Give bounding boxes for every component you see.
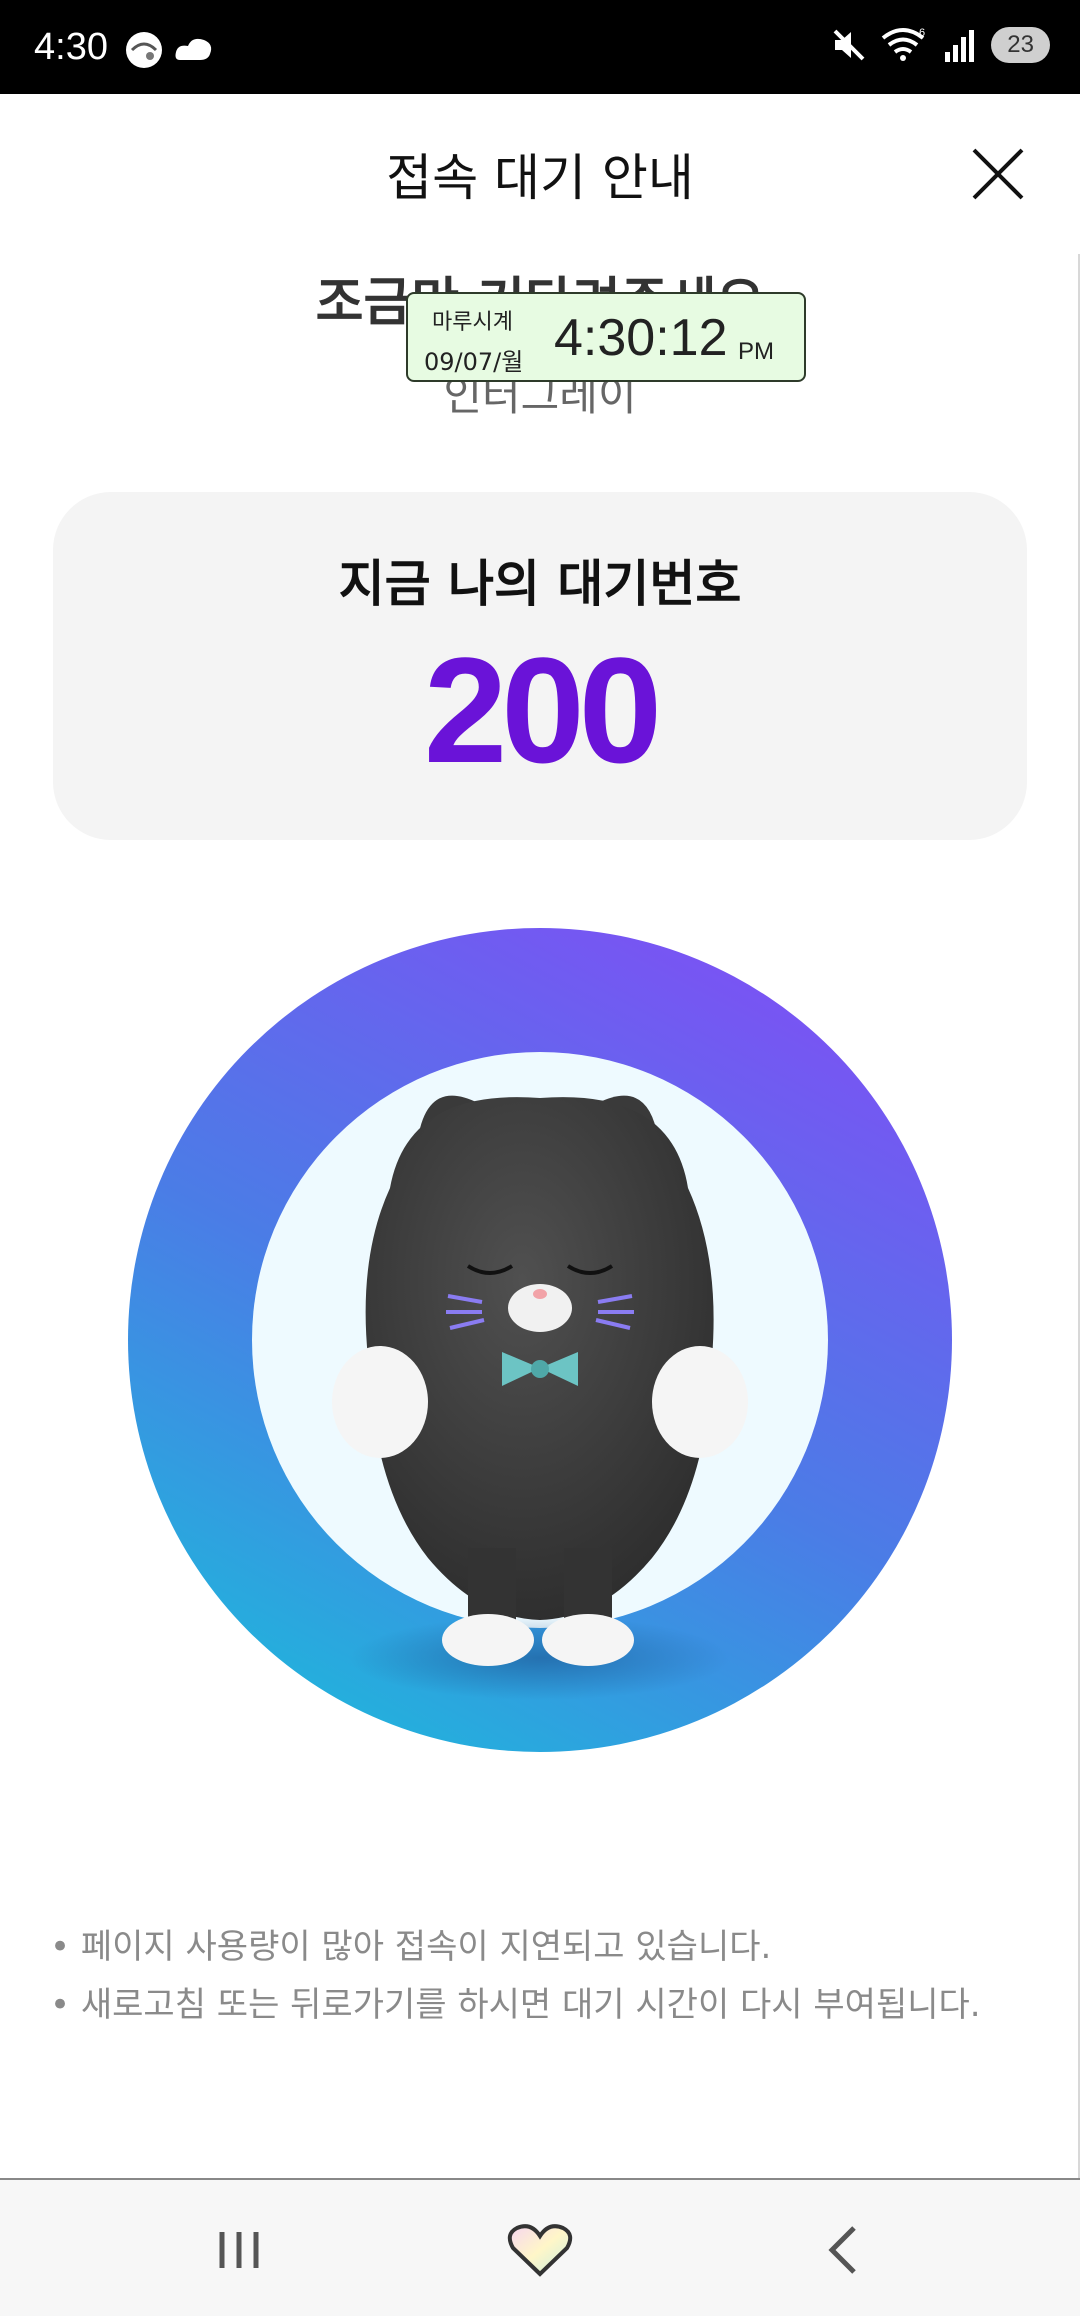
- signal-icon: [945, 30, 975, 62]
- mute-icon: [833, 29, 865, 61]
- clock-ampm: PM: [738, 338, 774, 365]
- queue-label: 지금 나의 대기번호: [338, 555, 742, 613]
- clock-time: 4:30:12: [554, 309, 728, 367]
- recents-icon: [219, 2232, 259, 2268]
- back-icon: [828, 2226, 856, 2274]
- status-time: 4:30: [34, 26, 108, 68]
- system-nav-bar: [0, 2178, 1080, 2316]
- notice-item: • 페이지 사용량이 많아 접속이 지연되고 있습니다.: [50, 1927, 772, 1967]
- close-button[interactable]: [968, 144, 1028, 204]
- page-header: 접속 대기 안내: [0, 94, 1080, 254]
- home-button[interactable]: [505, 2220, 575, 2280]
- notice-item: • 새로고침 또는 뒤로가기를 하시면 대기 시간이 다시 부여됩니다.: [50, 1985, 981, 2025]
- notice-list: • 페이지 사용량이 많아 접속이 지연되고 있습니다. • 새로고침 또는 뒤…: [50, 1918, 1050, 2034]
- svg-text:6: 6: [919, 27, 925, 39]
- status-notification-icons: [124, 30, 216, 70]
- mascot-illustration: [128, 928, 952, 1752]
- page-title: 접속 대기 안내: [386, 149, 694, 207]
- mascot-cat-icon: [128, 928, 952, 1752]
- clock-app-name: 마루시계: [432, 310, 513, 335]
- queue-number: 200: [423, 626, 662, 794]
- status-right-icons: 6 23: [831, 26, 1050, 64]
- floating-clock-widget[interactable]: 마루시계 09/07/월 4:30:12 PM: [406, 292, 806, 382]
- weather-icon: [126, 32, 162, 68]
- cloud-icon: [175, 38, 212, 60]
- close-icon: [972, 148, 1024, 200]
- clock-date: 09/07/월: [424, 348, 524, 376]
- home-heart-icon: [507, 2224, 573, 2277]
- status-bar: 4:30 6 23: [0, 0, 1080, 94]
- battery-icon: 23: [991, 27, 1050, 63]
- queue-card: 지금 나의 대기번호 200: [53, 492, 1027, 840]
- recents-button[interactable]: [204, 2220, 274, 2280]
- back-button[interactable]: [810, 2220, 880, 2280]
- main-content: 조금만 기다려주세요 인터그레이 마루시계 09/07/월 4:30:12 PM…: [0, 254, 1080, 2178]
- wifi-icon: 6: [882, 27, 925, 61]
